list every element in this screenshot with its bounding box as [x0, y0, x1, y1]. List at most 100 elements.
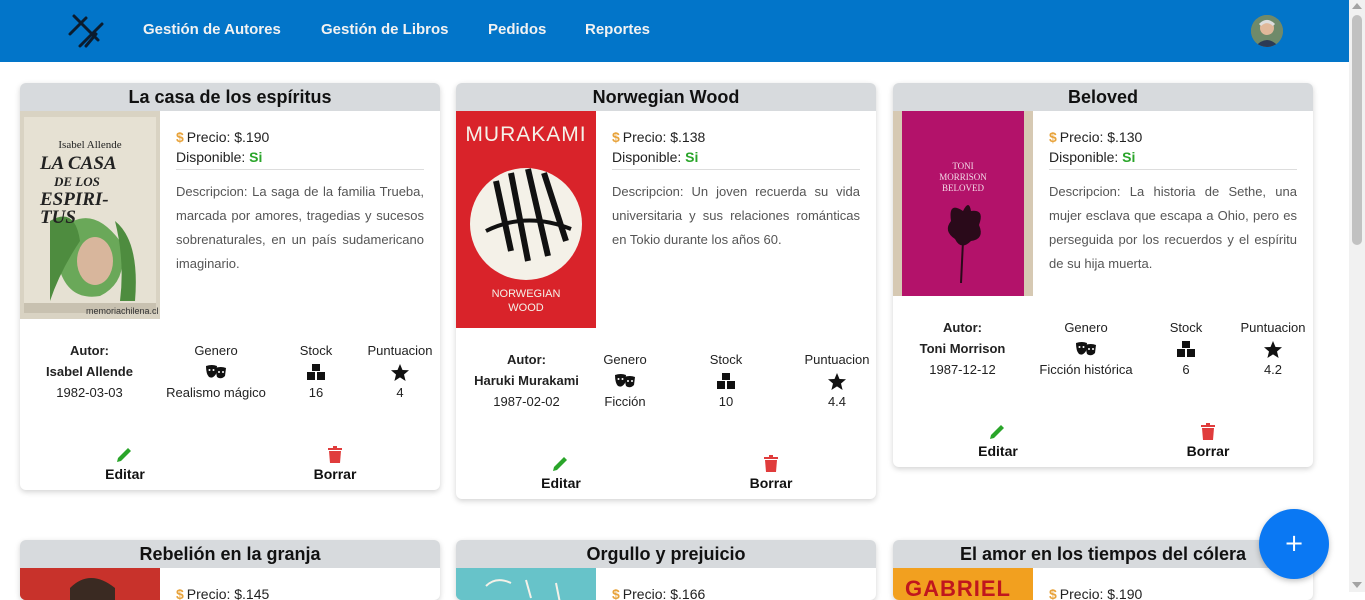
- book-card: Beloved TONI MORRISON BELOVED $ Precio: $…: [893, 83, 1313, 467]
- star-icon: [797, 369, 876, 393]
- stat-author: Autor: Haruki Murakami 1987-02-02: [468, 351, 585, 411]
- dollar-icon: $: [176, 586, 184, 600]
- book-description: Descripcion: La saga de la familia Trueb…: [176, 184, 424, 271]
- book-info: $ Precio: $.138 Disponible: Si Descripcio…: [612, 127, 860, 252]
- dollar-icon: $: [1049, 129, 1057, 145]
- stat-genre: Genero Ficción histórica: [1031, 319, 1141, 379]
- book-info: $ Precio: $.190: [1049, 584, 1297, 600]
- nav-gestion-autores[interactable]: Gestión de Autores: [143, 21, 281, 38]
- divider: [1049, 169, 1297, 170]
- book-available: Disponible: Si: [1049, 149, 1136, 165]
- cover-title-text: LA CASA DE LOS ESPIRI- TUS: [40, 153, 117, 228]
- theater-masks-icon: [1031, 337, 1141, 361]
- dollar-icon: $: [1049, 586, 1057, 600]
- cover-title-text: TONI MORRISON BELOVED: [939, 161, 987, 193]
- scroll-down-arrow-icon[interactable]: [1352, 582, 1362, 588]
- book-stats: Autor: Toni Morrison 1987-12-12 Genero F…: [893, 319, 1313, 389]
- book-title: Rebelión en la granja: [20, 540, 440, 568]
- author-name: Toni Morrison: [919, 341, 1006, 356]
- theater-masks-icon: [160, 360, 272, 384]
- avatar[interactable]: [1251, 15, 1283, 47]
- trash-icon: [731, 451, 811, 475]
- book-price: $ Precio: $.190: [176, 129, 270, 145]
- author-name: Haruki Murakami: [474, 373, 579, 388]
- add-book-button[interactable]: +: [1259, 509, 1329, 579]
- delete-button[interactable]: Borrar: [731, 451, 811, 491]
- trash-icon: [1168, 419, 1248, 443]
- author-name: Isabel Allende: [46, 364, 133, 379]
- book-cover-image: MURAKAMI NORWEGIAN WOOD: [456, 111, 596, 328]
- stat-author: Autor: Isabel Allende 1982-03-03: [32, 342, 147, 402]
- dollar-icon: $: [176, 129, 184, 145]
- edit-button[interactable]: Editar: [521, 451, 601, 491]
- book-available: Disponible: Si: [176, 149, 263, 165]
- book-cover-image: [456, 568, 596, 600]
- book-price: $ Precio: $.190: [1049, 586, 1143, 600]
- book-price: $ Precio: $.130: [1049, 129, 1143, 145]
- cover-author-text: Isabel Allende: [58, 139, 122, 151]
- cover-credit-text: memoriachilena.cl: [86, 306, 159, 316]
- divider: [176, 169, 424, 170]
- dollar-icon: $: [612, 586, 620, 600]
- divider: [612, 169, 860, 170]
- star-icon: [1233, 337, 1313, 361]
- book-price: $ Precio: $.145: [176, 586, 270, 600]
- edit-button[interactable]: Editar: [85, 442, 165, 482]
- scrollbar-thumb[interactable]: [1352, 15, 1362, 245]
- book-info: $ Precio: $.190 Disponible: Si Descripcio…: [176, 127, 424, 276]
- card-actions: Editar Borrar: [456, 451, 876, 497]
- book-info: $ Precio: $.145: [176, 584, 424, 600]
- author-date: 1982-03-03: [56, 385, 123, 400]
- boxes-icon: [696, 369, 756, 393]
- pencil-icon: [85, 442, 165, 466]
- pencil-icon: [521, 451, 601, 475]
- logo-icon[interactable]: [66, 12, 106, 50]
- book-stats: Autor: Haruki Murakami 1987-02-02 Genero…: [456, 351, 876, 421]
- book-title: La casa de los espíritus: [20, 83, 440, 111]
- book-description: Descripcion: La historia de Sethe, una m…: [1049, 184, 1297, 271]
- book-available: Disponible: Si: [612, 149, 699, 165]
- nav-reportes[interactable]: Reportes: [585, 21, 650, 38]
- book-card: El amor en los tiempos del cólera GABRIE…: [893, 540, 1313, 600]
- stat-author: Autor: Toni Morrison 1987-12-12: [905, 319, 1020, 379]
- stat-score: Puntuacion 4: [360, 342, 440, 402]
- book-card: Norwegian Wood MURAKAMI NORWEGIAN WOOD $…: [456, 83, 876, 499]
- stat-score: Puntuacion 4.4: [797, 351, 876, 411]
- star-icon: [360, 360, 440, 384]
- nav-gestion-libros[interactable]: Gestión de Libros: [321, 21, 449, 38]
- book-cover-image: GABRIEL: [893, 568, 1033, 600]
- book-title: Orgullo y prejuicio: [456, 540, 876, 568]
- boxes-icon: [1156, 337, 1216, 361]
- book-cover-image: [20, 568, 160, 600]
- scroll-up-arrow-icon[interactable]: [1352, 3, 1362, 9]
- book-card: La casa de los espíritus Isabel Allende …: [20, 83, 440, 490]
- book-cover-image: Isabel Allende LA CASA DE LOS ESPIRI- TU…: [20, 111, 160, 319]
- book-card: Orgullo y prejuicio $ Precio: $.166: [456, 540, 876, 600]
- author-date: 1987-12-12: [929, 362, 996, 377]
- book-description: Descripcion: Un joven recuerda su vida u…: [612, 184, 860, 247]
- card-actions: Editar Borrar: [893, 419, 1313, 465]
- author-date: 1987-02-02: [493, 394, 560, 409]
- stat-score: Puntuacion 4.2: [1233, 319, 1313, 379]
- stat-stock: Stock 10: [696, 351, 756, 411]
- edit-button[interactable]: Editar: [958, 419, 1038, 459]
- stat-genre: Genero Realismo mágico: [160, 342, 272, 402]
- top-navbar: Gestión de Autores Gestión de Libros Ped…: [0, 0, 1349, 62]
- cover-author-text: GABRIEL: [905, 576, 1011, 600]
- cover-title-text: NORWEGIAN WOOD: [491, 288, 561, 314]
- book-price: $ Precio: $.138: [612, 129, 706, 145]
- book-card: Rebelión en la granja $ Precio: $.145: [20, 540, 440, 600]
- stat-genre: Genero Ficción: [590, 351, 660, 411]
- book-stats: Autor: Isabel Allende 1982-03-03 Genero …: [20, 342, 440, 412]
- nav-pedidos[interactable]: Pedidos: [488, 21, 546, 38]
- dollar-icon: $: [612, 129, 620, 145]
- book-price: $ Precio: $.166: [612, 586, 706, 600]
- book-info: $ Precio: $.166: [612, 584, 860, 600]
- cover-author-text: MURAKAMI: [465, 123, 587, 146]
- delete-button[interactable]: Borrar: [295, 442, 375, 482]
- book-title: Norwegian Wood: [456, 83, 876, 111]
- theater-masks-icon: [590, 369, 660, 393]
- stat-stock: Stock 6: [1156, 319, 1216, 379]
- delete-button[interactable]: Borrar: [1168, 419, 1248, 459]
- card-actions: Editar Borrar: [20, 442, 440, 488]
